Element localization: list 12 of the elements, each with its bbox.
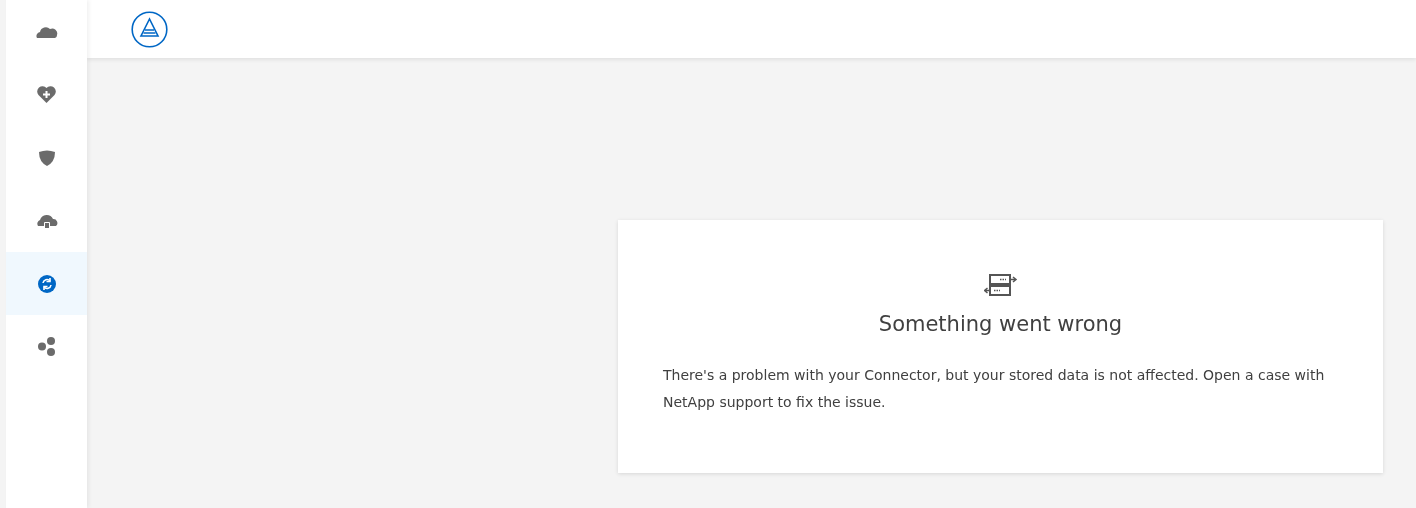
pyramid-logo-icon: [131, 10, 168, 48]
error-message: There's a problem with your Connector, but your stored data is not affected. Open a case with NetApp support to fix the issue.: [663, 366, 1326, 412]
sidebar-item[interactable]: [6, 252, 87, 315]
sidebar-item[interactable]: [6, 315, 87, 378]
sidebar-item[interactable]: [6, 0, 87, 63]
cloud-lock-icon: [35, 212, 58, 229]
error-title: Something went wrong: [878, 312, 1123, 336]
sidebar-item[interactable]: [6, 189, 87, 252]
sync-icon: [37, 274, 56, 293]
heart-plus-icon: [37, 86, 56, 103]
servers-arrows-icon: [983, 274, 1018, 298]
shield-icon: [38, 149, 55, 166]
